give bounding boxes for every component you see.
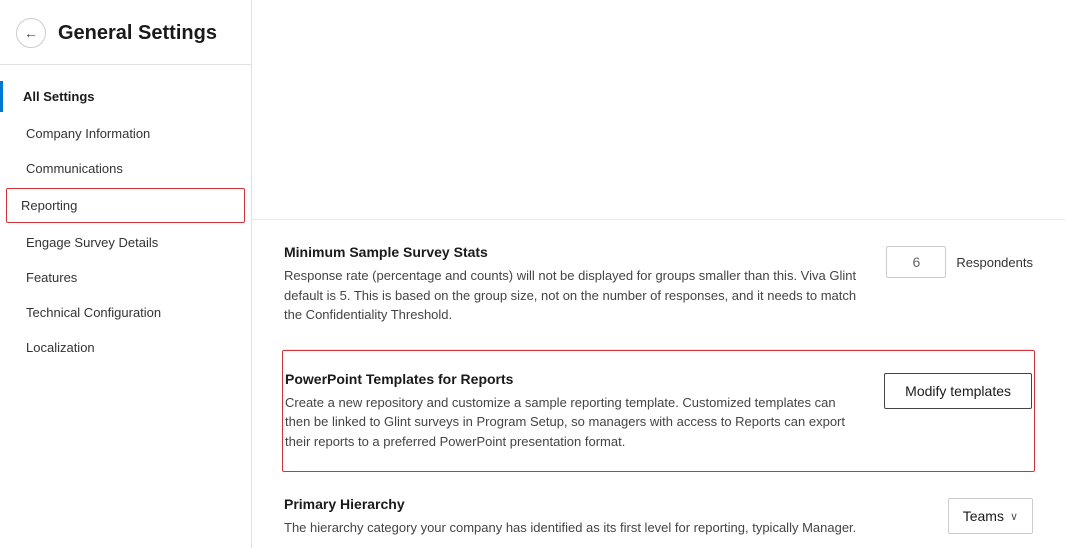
content-area: Minimum Sample Survey Stats Response rat… [252, 220, 1065, 548]
top-spacer [252, 0, 1065, 220]
modify-templates-button[interactable]: Modify templates [884, 373, 1032, 409]
sidebar-item-localization[interactable]: Localization [0, 330, 251, 365]
primary-hierarchy-control: Teams ∨ [948, 496, 1033, 534]
minimum-sample-title: Minimum Sample Survey Stats [284, 244, 862, 260]
primary-hierarchy-description: The hierarchy category your company has … [284, 518, 904, 538]
sidebar-item-engage-survey-details[interactable]: Engage Survey Details [0, 225, 251, 260]
powerpoint-row: PowerPoint Templates for Reports Create … [283, 371, 1034, 452]
sidebar: ← General Settings All Settings Company … [0, 0, 252, 548]
primary-hierarchy-section: Primary Hierarchy The hierarchy category… [284, 472, 1033, 548]
powerpoint-section: PowerPoint Templates for Reports Create … [282, 350, 1035, 473]
respondents-label: Respondents [956, 255, 1033, 270]
sidebar-header: ← General Settings [0, 0, 251, 65]
minimum-sample-description: Response rate (percentage and counts) wi… [284, 266, 862, 325]
primary-hierarchy-text: Primary Hierarchy The hierarchy category… [284, 496, 924, 538]
powerpoint-title: PowerPoint Templates for Reports [285, 371, 860, 387]
powerpoint-control: Modify templates [884, 371, 1032, 409]
primary-hierarchy-title: Primary Hierarchy [284, 496, 924, 512]
sidebar-item-communications[interactable]: Communications [0, 151, 251, 186]
sidebar-item-company-information[interactable]: Company Information [0, 116, 251, 151]
teams-dropdown[interactable]: Teams ∨ [948, 498, 1033, 534]
minimum-sample-row: Minimum Sample Survey Stats Response rat… [284, 244, 1033, 325]
teams-label: Teams [963, 508, 1004, 524]
sidebar-item-features[interactable]: Features [0, 260, 251, 295]
powerpoint-description: Create a new repository and customize a … [285, 393, 860, 452]
powerpoint-text: PowerPoint Templates for Reports Create … [285, 371, 860, 452]
minimum-sample-text: Minimum Sample Survey Stats Response rat… [284, 244, 862, 325]
sidebar-title: General Settings [58, 22, 217, 45]
sidebar-nav: All Settings Company Information Communi… [0, 65, 251, 381]
respondents-input[interactable] [886, 246, 946, 278]
sidebar-item-technical-configuration[interactable]: Technical Configuration [0, 295, 251, 330]
minimum-sample-section: Minimum Sample Survey Stats Response rat… [284, 220, 1033, 350]
sidebar-item-reporting[interactable]: Reporting [6, 188, 245, 223]
back-button[interactable]: ← [16, 18, 46, 48]
sidebar-section-all-settings[interactable]: All Settings [0, 81, 251, 112]
minimum-sample-control: Respondents [886, 244, 1033, 278]
primary-hierarchy-row: Primary Hierarchy The hierarchy category… [284, 496, 1033, 538]
chevron-down-icon: ∨ [1010, 510, 1018, 523]
main-content: Minimum Sample Survey Stats Response rat… [252, 0, 1065, 548]
